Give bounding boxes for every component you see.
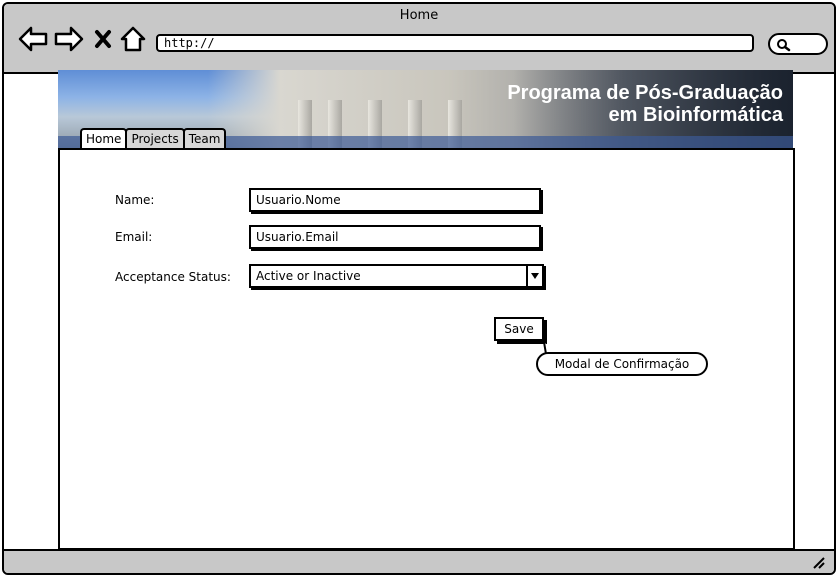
tab-bar: Home Projects Team <box>80 128 227 150</box>
tab-team[interactable]: Team <box>182 128 227 148</box>
status-bar <box>4 549 834 573</box>
program-title-line2: em Bioinformática <box>608 104 783 126</box>
arrow-left-icon[interactable] <box>16 24 50 54</box>
name-label: Name: <box>115 193 155 207</box>
save-button[interactable]: Save <box>494 317 544 341</box>
program-title-line1: Programa de Pós-Graduação <box>507 82 783 104</box>
search-icon <box>777 39 791 52</box>
acceptance-status-select[interactable]: Active or Inactive <box>249 264 544 288</box>
confirmation-annotation: Modal de Confirmação <box>536 352 708 376</box>
tab-projects[interactable]: Projects <box>125 128 185 148</box>
chevron-down-icon[interactable] <box>526 266 542 286</box>
tab-home[interactable]: Home <box>80 128 128 148</box>
close-icon[interactable] <box>92 24 114 54</box>
name-field[interactable]: Usuario.Nome <box>249 188 541 212</box>
url-field[interactable]: http:// <box>156 34 754 52</box>
email-field[interactable]: Usuario.Email <box>249 225 541 249</box>
window-title: Home <box>399 8 439 23</box>
email-label: Email: <box>115 230 153 244</box>
search-box[interactable] <box>768 33 828 55</box>
program-title: Programa de Pós-Graduação em Bioinformát… <box>507 82 783 126</box>
acceptance-status-value: Active or Inactive <box>256 269 361 283</box>
home-icon[interactable] <box>118 24 148 54</box>
browser-chrome: Home http:// <box>4 4 834 74</box>
resize-grip-icon[interactable] <box>812 556 826 570</box>
arrow-right-icon[interactable] <box>52 24 86 54</box>
acceptance-status-label: Acceptance Status: <box>115 270 231 284</box>
